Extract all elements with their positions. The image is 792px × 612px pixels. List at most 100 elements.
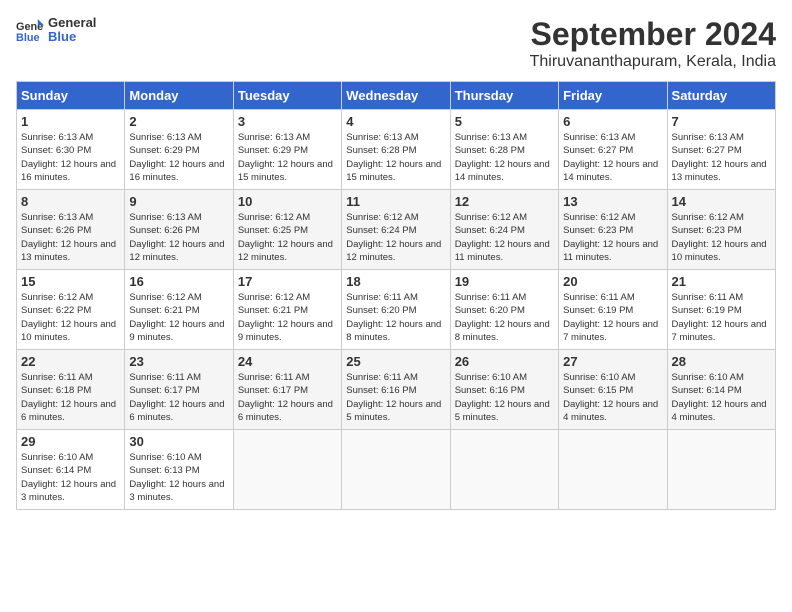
day-cell-9: 9 Sunrise: 6:13 AM Sunset: 6:26 PM Daylig… <box>125 190 233 270</box>
logo-line1: General <box>48 16 96 30</box>
day-cell-18: 18 Sunrise: 6:11 AM Sunset: 6:20 PM Dayli… <box>342 270 450 350</box>
logo-text: General Blue <box>48 16 96 45</box>
day-info: Sunrise: 6:10 AM Sunset: 6:13 PM Dayligh… <box>129 451 228 504</box>
day-cell-1: 1 Sunrise: 6:13 AM Sunset: 6:30 PM Daylig… <box>17 110 125 190</box>
day-number: 13 <box>563 194 662 209</box>
day-cell-5: 5Sunrise: 6:13 AM Sunset: 6:28 PM Daylig… <box>450 110 558 190</box>
day-cell-12: 12 Sunrise: 6:12 AM Sunset: 6:24 PM Dayli… <box>450 190 558 270</box>
day-number: 8 <box>21 194 120 209</box>
day-number: 27 <box>563 354 662 369</box>
day-number: 23 <box>129 354 228 369</box>
header-sunday: Sunday <box>17 82 125 110</box>
day-number: 25 <box>346 354 445 369</box>
day-info: Sunrise: 6:13 AM Sunset: 6:28 PM Dayligh… <box>455 131 554 184</box>
day-number: 15 <box>21 274 120 289</box>
day-number: 17 <box>238 274 337 289</box>
day-number: 7 <box>672 114 771 129</box>
month-title: September 2024 <box>530 16 776 53</box>
logo: General Blue General Blue <box>16 16 96 45</box>
day-info: Sunrise: 6:13 AM Sunset: 6:29 PM Dayligh… <box>238 131 337 184</box>
empty-cell <box>233 430 341 510</box>
header-tuesday: Tuesday <box>233 82 341 110</box>
day-cell-2: 2 Sunrise: 6:13 AM Sunset: 6:29 PM Daylig… <box>125 110 233 190</box>
day-cell-15: 15 Sunrise: 6:12 AM Sunset: 6:22 PM Dayli… <box>17 270 125 350</box>
day-info: Sunrise: 6:11 AM Sunset: 6:16 PM Dayligh… <box>346 371 445 424</box>
day-number: 2 <box>129 114 228 129</box>
title-area: September 2024 Thiruvananthapuram, Keral… <box>530 16 776 71</box>
day-number: 18 <box>346 274 445 289</box>
calendar-week-4: 22 Sunrise: 6:11 AM Sunset: 6:18 PM Dayli… <box>17 350 776 430</box>
day-cell-13: 13Sunrise: 6:12 AM Sunset: 6:23 PM Dayli… <box>559 190 667 270</box>
day-info: Sunrise: 6:13 AM Sunset: 6:30 PM Dayligh… <box>21 131 120 184</box>
day-number: 20 <box>563 274 662 289</box>
day-cell-16: 16Sunrise: 6:12 AM Sunset: 6:21 PM Dayli… <box>125 270 233 350</box>
day-cell-28: 28Sunrise: 6:10 AM Sunset: 6:14 PM Dayli… <box>667 350 775 430</box>
day-number: 10 <box>238 194 337 209</box>
logo-icon: General Blue <box>16 16 44 44</box>
day-number: 14 <box>672 194 771 209</box>
empty-cell <box>450 430 558 510</box>
calendar-week-5: 29 Sunrise: 6:10 AM Sunset: 6:14 PM Dayli… <box>17 430 776 510</box>
day-info: Sunrise: 6:10 AM Sunset: 6:15 PM Dayligh… <box>563 371 662 424</box>
day-number: 21 <box>672 274 771 289</box>
day-number: 4 <box>346 114 445 129</box>
header-thursday: Thursday <box>450 82 558 110</box>
day-info: Sunrise: 6:11 AM Sunset: 6:18 PM Dayligh… <box>21 371 120 424</box>
day-cell-21: 21 Sunrise: 6:11 AM Sunset: 6:19 PM Dayli… <box>667 270 775 350</box>
day-header-row: SundayMondayTuesdayWednesdayThursdayFrid… <box>17 82 776 110</box>
day-info: Sunrise: 6:11 AM Sunset: 6:20 PM Dayligh… <box>346 291 445 344</box>
day-cell-27: 27 Sunrise: 6:10 AM Sunset: 6:15 PM Dayli… <box>559 350 667 430</box>
empty-cell <box>342 430 450 510</box>
day-cell-23: 23Sunrise: 6:11 AM Sunset: 6:17 PM Dayli… <box>125 350 233 430</box>
day-info: Sunrise: 6:11 AM Sunset: 6:19 PM Dayligh… <box>672 291 771 344</box>
day-info: Sunrise: 6:10 AM Sunset: 6:14 PM Dayligh… <box>672 371 771 424</box>
svg-text:Blue: Blue <box>16 32 40 44</box>
day-cell-10: 10Sunrise: 6:12 AM Sunset: 6:25 PM Dayli… <box>233 190 341 270</box>
empty-cell <box>667 430 775 510</box>
day-number: 24 <box>238 354 337 369</box>
day-info: Sunrise: 6:12 AM Sunset: 6:22 PM Dayligh… <box>21 291 120 344</box>
day-number: 19 <box>455 274 554 289</box>
day-cell-6: 6Sunrise: 6:13 AM Sunset: 6:27 PM Daylig… <box>559 110 667 190</box>
day-info: Sunrise: 6:12 AM Sunset: 6:23 PM Dayligh… <box>672 211 771 264</box>
day-info: Sunrise: 6:13 AM Sunset: 6:26 PM Dayligh… <box>21 211 120 264</box>
day-info: Sunrise: 6:13 AM Sunset: 6:26 PM Dayligh… <box>129 211 228 264</box>
day-number: 29 <box>21 434 120 449</box>
day-info: Sunrise: 6:10 AM Sunset: 6:16 PM Dayligh… <box>455 371 554 424</box>
day-number: 3 <box>238 114 337 129</box>
day-cell-7: 7 Sunrise: 6:13 AM Sunset: 6:27 PM Daylig… <box>667 110 775 190</box>
day-cell-17: 17 Sunrise: 6:12 AM Sunset: 6:21 PM Dayli… <box>233 270 341 350</box>
header-wednesday: Wednesday <box>342 82 450 110</box>
calendar-week-1: 1 Sunrise: 6:13 AM Sunset: 6:30 PM Daylig… <box>17 110 776 190</box>
day-cell-26: 26Sunrise: 6:10 AM Sunset: 6:16 PM Dayli… <box>450 350 558 430</box>
day-info: Sunrise: 6:12 AM Sunset: 6:24 PM Dayligh… <box>455 211 554 264</box>
day-number: 9 <box>129 194 228 209</box>
day-cell-8: 8 Sunrise: 6:13 AM Sunset: 6:26 PM Daylig… <box>17 190 125 270</box>
day-info: Sunrise: 6:11 AM Sunset: 6:19 PM Dayligh… <box>563 291 662 344</box>
day-number: 16 <box>129 274 228 289</box>
day-cell-20: 20 Sunrise: 6:11 AM Sunset: 6:19 PM Dayli… <box>559 270 667 350</box>
day-cell-25: 25 Sunrise: 6:11 AM Sunset: 6:16 PM Dayli… <box>342 350 450 430</box>
calendar-week-2: 8 Sunrise: 6:13 AM Sunset: 6:26 PM Daylig… <box>17 190 776 270</box>
header-monday: Monday <box>125 82 233 110</box>
day-info: Sunrise: 6:12 AM Sunset: 6:24 PM Dayligh… <box>346 211 445 264</box>
header: General Blue General Blue September 2024… <box>16 16 776 71</box>
day-cell-3: 3 Sunrise: 6:13 AM Sunset: 6:29 PM Daylig… <box>233 110 341 190</box>
day-cell-30: 30 Sunrise: 6:10 AM Sunset: 6:13 PM Dayli… <box>125 430 233 510</box>
day-info: Sunrise: 6:13 AM Sunset: 6:27 PM Dayligh… <box>563 131 662 184</box>
day-number: 30 <box>129 434 228 449</box>
day-info: Sunrise: 6:13 AM Sunset: 6:29 PM Dayligh… <box>129 131 228 184</box>
calendar-table: SundayMondayTuesdayWednesdayThursdayFrid… <box>16 81 776 510</box>
day-info: Sunrise: 6:12 AM Sunset: 6:21 PM Dayligh… <box>238 291 337 344</box>
day-number: 12 <box>455 194 554 209</box>
empty-cell <box>559 430 667 510</box>
day-number: 11 <box>346 194 445 209</box>
day-info: Sunrise: 6:10 AM Sunset: 6:14 PM Dayligh… <box>21 451 120 504</box>
day-number: 22 <box>21 354 120 369</box>
header-friday: Friday <box>559 82 667 110</box>
calendar-week-3: 15 Sunrise: 6:12 AM Sunset: 6:22 PM Dayli… <box>17 270 776 350</box>
day-info: Sunrise: 6:13 AM Sunset: 6:27 PM Dayligh… <box>672 131 771 184</box>
day-cell-22: 22 Sunrise: 6:11 AM Sunset: 6:18 PM Dayli… <box>17 350 125 430</box>
day-cell-19: 19Sunrise: 6:11 AM Sunset: 6:20 PM Dayli… <box>450 270 558 350</box>
day-number: 1 <box>21 114 120 129</box>
